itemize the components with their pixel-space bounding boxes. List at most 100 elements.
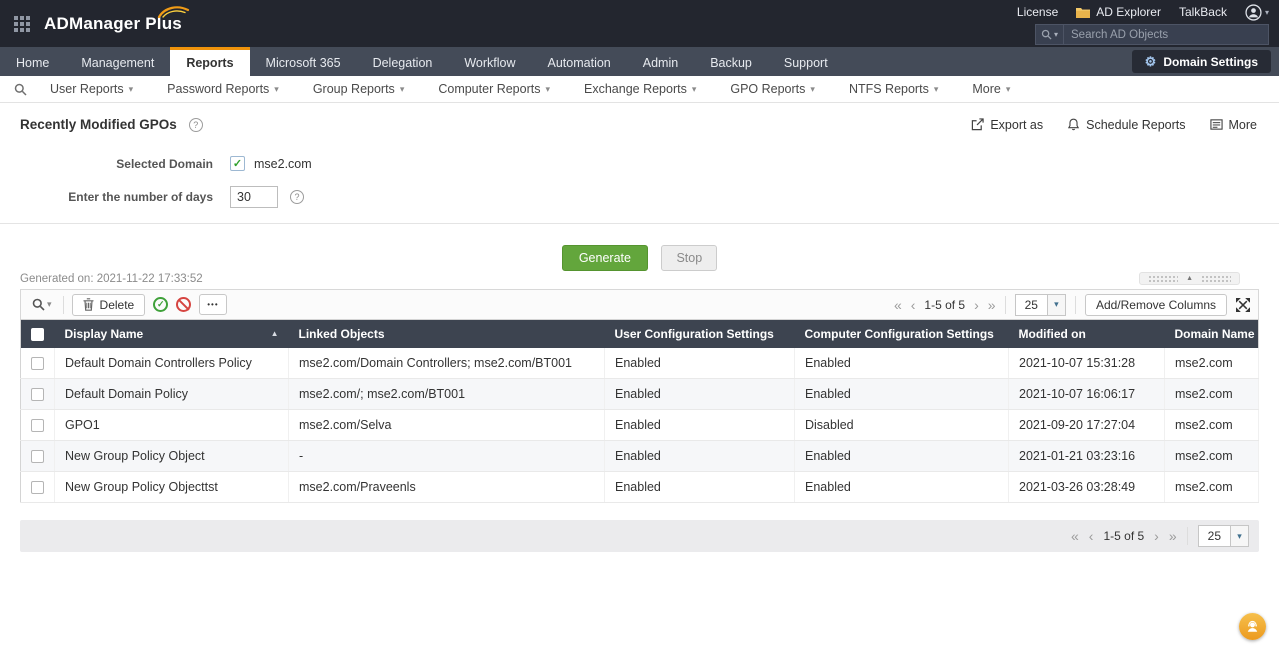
days-input[interactable]: [230, 186, 278, 208]
pagination-first-button[interactable]: «: [894, 298, 902, 312]
pagination-first-button[interactable]: «: [1071, 529, 1079, 543]
pagination-last-button[interactable]: »: [1169, 529, 1177, 543]
user-avatar-icon: [1245, 3, 1262, 21]
row-checkbox[interactable]: [31, 388, 44, 402]
enable-gpo-button[interactable]: ✓: [153, 297, 169, 312]
reports-nav-group-reports[interactable]: Group Reports ▾: [296, 82, 422, 96]
add-remove-columns-button[interactable]: Add/Remove Columns: [1084, 293, 1227, 316]
tab-support[interactable]: Support: [768, 47, 844, 76]
chevron-down-icon: ▾: [47, 299, 52, 309]
more-icon: [1209, 119, 1223, 130]
collapse-up-icon: ▲: [1186, 275, 1193, 282]
cell-modified-on: 2021-10-07 16:06:17: [1008, 378, 1165, 410]
column-header-modified-on[interactable]: Modified on: [1008, 319, 1165, 348]
domain-checkbox[interactable]: ✓: [230, 156, 245, 171]
delete-button[interactable]: Delete: [71, 293, 146, 316]
talkback-link[interactable]: TalkBack: [1179, 5, 1227, 19]
cell-display-name: New Group Policy Objecttst: [54, 471, 289, 503]
column-header-linked-objects[interactable]: Linked Objects: [288, 319, 605, 348]
reports-search-icon[interactable]: [8, 83, 33, 96]
pagination-prev-button[interactable]: ‹: [1089, 529, 1094, 543]
apps-grid-icon[interactable]: [14, 15, 30, 32]
tab-home[interactable]: Home: [0, 47, 65, 76]
more-actions-menu[interactable]: More: [1209, 118, 1257, 132]
cell-domain-name: mse2.com: [1164, 347, 1259, 379]
chevron-down-icon: ▾: [399, 83, 405, 94]
tab-microsoft-365[interactable]: Microsoft 365: [250, 47, 357, 76]
select-all-checkbox[interactable]: [31, 327, 45, 341]
table-row: New Group Policy Objecttst mse2.com/Prav…: [20, 471, 1259, 503]
row-checkbox[interactable]: [31, 481, 44, 495]
admanager-logo[interactable]: ADManager Plus: [44, 5, 190, 34]
cell-domain-name: mse2.com: [1164, 378, 1259, 410]
search-input[interactable]: [1064, 28, 1251, 41]
cell-computer-config: Enabled: [794, 378, 1009, 410]
table-row: GPO1 mse2.com/Selva Enabled Disabled 202…: [20, 409, 1259, 441]
reports-nav-gpo-reports[interactable]: GPO Reports ▾: [713, 82, 832, 96]
export-icon: [972, 118, 985, 131]
generate-button[interactable]: Generate: [561, 245, 648, 271]
logo-swoosh-icon: [157, 5, 190, 18]
generated-on-text: Generated on: 2021-11-22 17:33:52: [20, 273, 203, 285]
chat-support-button[interactable]: [1239, 613, 1266, 640]
stop-button[interactable]: Stop: [661, 245, 718, 271]
reports-nav-user-reports[interactable]: User Reports ▾: [33, 82, 150, 96]
pagination-prev-button[interactable]: ‹: [911, 298, 916, 312]
chevron-down-icon: ▾: [545, 83, 550, 94]
toolbar-separator: [62, 295, 64, 314]
reports-nav-password-reports[interactable]: Password Reports ▾: [150, 82, 296, 96]
expand-table-icon[interactable]: [1236, 297, 1250, 312]
pagination-range-text: 1-5 of 5: [924, 297, 966, 312]
tab-backup[interactable]: Backup: [694, 47, 768, 76]
logo-text-primary: ADManager: [44, 13, 141, 33]
drag-dots-icon: [1148, 275, 1179, 282]
row-checkbox[interactable]: [31, 419, 44, 433]
days-help-icon[interactable]: ?: [290, 190, 304, 204]
page-size-select[interactable]: 25 ▾: [1197, 525, 1249, 547]
license-link[interactable]: License: [1017, 5, 1058, 19]
user-menu[interactable]: ▾: [1245, 3, 1269, 21]
tab-automation[interactable]: Automation: [532, 47, 627, 76]
schedule-reports-button[interactable]: Schedule Reports: [1067, 118, 1186, 132]
tab-workflow[interactable]: Workflow: [448, 47, 531, 76]
reports-nav-ntfs-reports[interactable]: NTFS Reports ▾: [832, 82, 955, 96]
column-header-user-config[interactable]: User Configuration Settings: [604, 319, 795, 348]
reports-nav-exchange-reports[interactable]: Exchange Reports ▾: [567, 82, 713, 96]
chevron-down-icon: ▾: [810, 83, 815, 94]
disable-gpo-button[interactable]: [176, 297, 192, 312]
column-header-computer-config[interactable]: Computer Configuration Settings: [794, 319, 1009, 348]
page-size-select[interactable]: 25 ▾: [1014, 293, 1066, 316]
section-divider: [0, 223, 1279, 224]
more-row-actions-button[interactable]: •••: [199, 294, 227, 315]
pagination-next-button[interactable]: ›: [974, 298, 979, 312]
reports-nav-more[interactable]: More ▾: [955, 82, 1027, 96]
support-agent-icon: [1247, 620, 1258, 632]
chevron-down-icon: ▾: [1230, 526, 1248, 546]
tab-admin[interactable]: Admin: [627, 47, 694, 76]
ad-explorer-link[interactable]: AD Explorer: [1076, 5, 1161, 19]
domain-settings-button[interactable]: ⚙ Domain Settings: [1131, 50, 1271, 73]
search-scope-dropdown[interactable]: ▾: [1036, 25, 1065, 44]
export-as-button[interactable]: Export as: [971, 118, 1043, 132]
cell-domain-name: mse2.com: [1164, 440, 1259, 472]
tab-reports[interactable]: Reports: [170, 47, 250, 76]
cell-display-name: GPO1: [54, 409, 289, 441]
column-header-domain-name[interactable]: Domain Name: [1164, 319, 1259, 348]
help-icon[interactable]: ?: [188, 117, 203, 132]
row-checkbox[interactable]: [31, 356, 44, 370]
domain-value: mse2.com: [254, 156, 312, 171]
chevron-down-icon: ▾: [691, 83, 697, 94]
row-checkbox[interactable]: [31, 450, 44, 464]
tab-management[interactable]: Management: [65, 47, 170, 76]
folder-icon: [1076, 7, 1091, 18]
tab-delegation[interactable]: Delegation: [357, 47, 449, 76]
collapse-panel-handle[interactable]: ▲: [1139, 272, 1240, 285]
bell-icon: [1068, 118, 1080, 131]
pagination-last-button[interactable]: »: [988, 298, 996, 312]
search-icon: [32, 298, 45, 311]
search-icon: [1041, 29, 1052, 40]
reports-nav-computer-reports[interactable]: Computer Reports ▾: [421, 82, 567, 96]
pagination-next-button[interactable]: ›: [1154, 529, 1159, 543]
column-header-display-name[interactable]: Display Name ▲: [54, 319, 289, 348]
table-search-toggle[interactable]: ▾: [29, 298, 55, 311]
